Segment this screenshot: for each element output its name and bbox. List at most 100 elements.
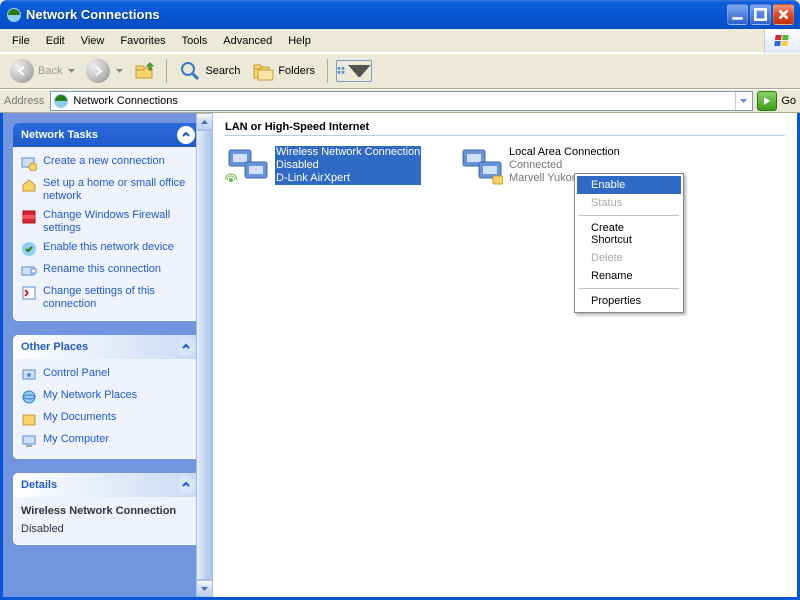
task-create-new-connection[interactable]: Create a new connection	[21, 155, 195, 171]
chevron-up-icon	[181, 342, 191, 352]
chevron-up-icon	[201, 120, 208, 124]
connection-name: Wireless Network Connection	[275, 146, 421, 159]
task-enable-device[interactable]: Enable this network device	[21, 241, 195, 257]
place-my-computer[interactable]: My Computer	[21, 433, 195, 449]
search-button[interactable]: Search	[175, 57, 244, 85]
address-field[interactable]: Network Connections	[50, 91, 753, 111]
address-bar: Address Network Connections Go	[0, 89, 800, 113]
folders-icon	[252, 60, 274, 82]
my-documents-icon	[21, 411, 37, 427]
sidebar-scrollbar[interactable]	[196, 113, 213, 597]
task-setup-home-network[interactable]: Set up a home or small office network	[21, 177, 195, 203]
panel-header[interactable]: Other Places	[13, 335, 203, 359]
details-status: Disabled	[21, 523, 195, 535]
connection-device: D-Link AirXpert	[275, 172, 421, 185]
side-pane: Network Tasks Create a new connection Se…	[3, 113, 213, 597]
menu-edit[interactable]: Edit	[38, 32, 73, 50]
rename-icon	[21, 263, 37, 279]
scroll-down-button[interactable]	[196, 580, 213, 597]
task-rename-connection[interactable]: Rename this connection	[21, 263, 195, 279]
panel-header[interactable]: Network Tasks	[13, 123, 203, 147]
address-label: Address	[4, 95, 44, 107]
separator	[579, 215, 679, 216]
lan-connection-icon	[459, 146, 503, 186]
forward-icon	[86, 59, 110, 83]
menu-file[interactable]: File	[4, 32, 38, 50]
minimize-button[interactable]	[727, 4, 748, 25]
settings-icon	[21, 285, 37, 301]
toolbar: Back Search Folders	[0, 53, 800, 89]
menu-advanced[interactable]: Advanced	[215, 32, 280, 50]
views-icon	[337, 64, 346, 78]
close-button[interactable]	[773, 4, 794, 25]
panel-network-tasks: Network Tasks Create a new connection Se…	[13, 123, 203, 321]
connection-wireless[interactable]: Wireless Network Connection Disabled D-L…	[225, 146, 445, 186]
chevron-up-icon	[181, 480, 191, 490]
menu-favorites[interactable]: Favorites	[112, 32, 173, 50]
ctx-delete: Delete	[577, 249, 681, 267]
firewall-icon	[21, 209, 37, 225]
collapse-button[interactable]	[177, 338, 195, 356]
ctx-status: Status	[577, 194, 681, 212]
wireless-connection-icon	[225, 146, 269, 186]
folder-up-icon	[133, 60, 155, 82]
context-menu: Enable Status Create Shortcut Delete Ren…	[574, 173, 684, 313]
connection-status: Connected	[509, 159, 665, 172]
scroll-up-button[interactable]	[196, 113, 213, 130]
chevron-down-icon	[348, 65, 371, 78]
window-title: Network Connections	[26, 7, 727, 22]
separator	[166, 59, 167, 83]
connection-status: Disabled	[275, 159, 421, 172]
scroll-thumb[interactable]	[196, 130, 213, 580]
control-panel-icon	[21, 367, 37, 383]
chevron-down-icon	[201, 587, 208, 591]
my-computer-icon	[21, 433, 37, 449]
collapse-button[interactable]	[177, 476, 195, 494]
new-connection-icon	[21, 155, 37, 171]
network-connections-icon	[53, 93, 69, 109]
address-value: Network Connections	[73, 95, 178, 107]
separator	[327, 59, 328, 83]
chevron-down-icon	[116, 69, 123, 73]
menu-view[interactable]: View	[73, 32, 113, 50]
maximize-button[interactable]	[750, 4, 771, 25]
folders-button[interactable]: Folders	[248, 57, 319, 85]
go-label: Go	[781, 95, 796, 107]
up-button[interactable]	[130, 57, 158, 85]
app-icon	[6, 7, 22, 23]
home-network-icon	[21, 177, 37, 193]
main-pane: LAN or High-Speed Internet Wireless Netw…	[213, 113, 797, 597]
chevron-down-icon	[740, 99, 747, 103]
ctx-enable[interactable]: Enable	[577, 176, 681, 194]
menu-tools[interactable]: Tools	[174, 32, 216, 50]
group-header: LAN or High-Speed Internet	[225, 121, 785, 136]
place-my-documents[interactable]: My Documents	[21, 411, 195, 427]
panel-details: Details Wireless Network Connection Disa…	[13, 473, 203, 545]
ctx-create-shortcut[interactable]: Create Shortcut	[577, 219, 681, 249]
enable-device-icon	[21, 241, 37, 257]
back-icon	[10, 59, 34, 83]
title-bar: Network Connections	[0, 0, 800, 29]
views-button[interactable]	[336, 60, 372, 82]
network-places-icon	[21, 389, 37, 405]
details-name: Wireless Network Connection	[21, 505, 195, 517]
panel-header[interactable]: Details	[13, 473, 203, 497]
chevron-down-icon	[68, 69, 75, 73]
forward-button[interactable]	[83, 56, 126, 86]
ctx-rename[interactable]: Rename	[577, 267, 681, 285]
collapse-button[interactable]	[177, 126, 195, 144]
separator	[579, 288, 679, 289]
address-dropdown[interactable]	[735, 92, 750, 110]
place-network-places[interactable]: My Network Places	[21, 389, 195, 405]
back-button[interactable]: Back	[6, 56, 79, 86]
windows-logo-icon	[764, 29, 800, 53]
go-button[interactable]	[757, 91, 777, 111]
menu-help[interactable]: Help	[280, 32, 319, 50]
task-change-settings[interactable]: Change settings of this connection	[21, 285, 195, 311]
panel-other-places: Other Places Control Panel My Network Pl…	[13, 335, 203, 459]
task-firewall-settings[interactable]: Change Windows Firewall settings	[21, 209, 195, 235]
ctx-properties[interactable]: Properties	[577, 292, 681, 310]
go-arrow-icon	[761, 95, 773, 107]
menu-bar: File Edit View Favorites Tools Advanced …	[0, 29, 800, 53]
place-control-panel[interactable]: Control Panel	[21, 367, 195, 383]
